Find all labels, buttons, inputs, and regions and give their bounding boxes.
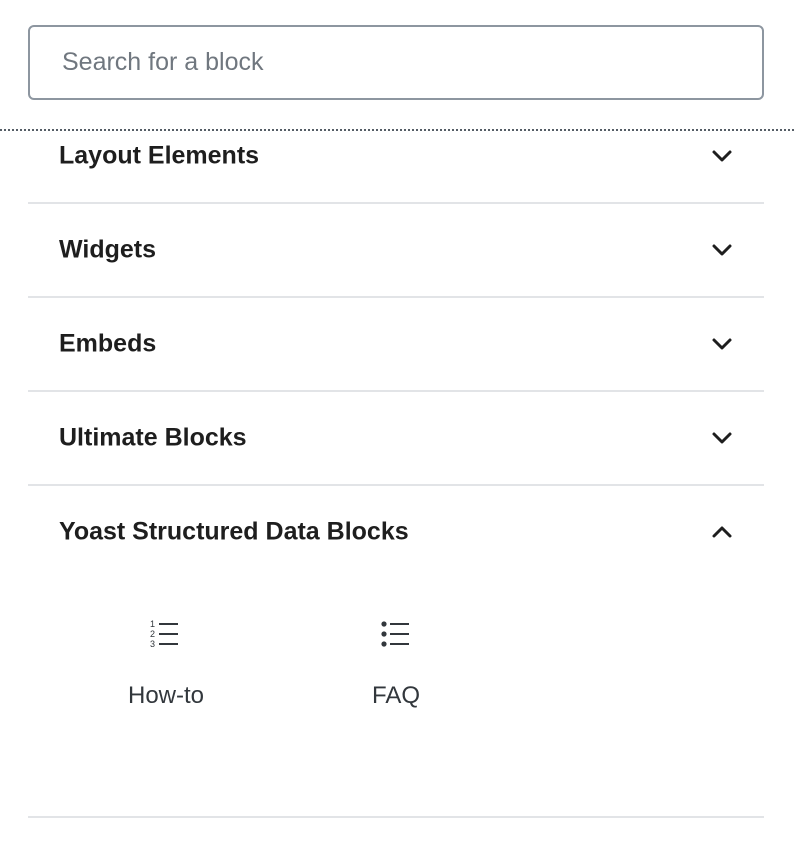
- panel-widgets: Widgets: [28, 204, 764, 298]
- block-label: FAQ: [371, 682, 420, 709]
- panel-yoast-structured-data-blocks: Yoast Structured Data Blocks 1 2 3 How-t…: [28, 486, 764, 818]
- block-category-list: Layout Elements Widgets Embeds Ultimate …: [28, 110, 764, 818]
- block-search: [28, 25, 764, 100]
- block-item-how-to[interactable]: 1 2 3 How-to: [81, 618, 251, 738]
- panel-title: Ultimate Blocks: [59, 423, 247, 452]
- panel-toggle-widgets[interactable]: Widgets: [28, 204, 764, 296]
- chevron-down-icon: [710, 144, 734, 168]
- panel-toggle-layout-elements[interactable]: Layout Elements: [28, 110, 764, 202]
- panel-toggle-embeds[interactable]: Embeds: [28, 298, 764, 390]
- panel-layout-elements: Layout Elements: [28, 110, 764, 204]
- search-input[interactable]: [28, 25, 764, 100]
- panel-toggle-yoast-structured-data-blocks[interactable]: Yoast Structured Data Blocks: [28, 486, 764, 578]
- panel-body-yoast: 1 2 3 How-to FAQ: [28, 578, 764, 816]
- panel-title: Widgets: [59, 235, 156, 264]
- chevron-down-icon: [710, 332, 734, 356]
- svg-text:3: 3: [150, 639, 155, 649]
- svg-text:1: 1: [150, 619, 155, 629]
- svg-text:2: 2: [150, 629, 155, 639]
- numbered-list-icon: 1 2 3: [150, 618, 182, 650]
- bulleted-list-icon: [380, 618, 412, 650]
- block-item-faq[interactable]: FAQ: [311, 618, 481, 738]
- panel-title: Layout Elements: [59, 141, 260, 170]
- panel-toggle-ultimate-blocks[interactable]: Ultimate Blocks: [28, 392, 764, 484]
- block-label: How-to: [127, 682, 205, 709]
- panel-title: Yoast Structured Data Blocks: [59, 517, 409, 546]
- panel-title: Embeds: [59, 329, 157, 358]
- chevron-up-icon: [710, 520, 734, 544]
- panel-embeds: Embeds: [28, 298, 764, 392]
- chevron-down-icon: [710, 426, 734, 450]
- chevron-down-icon: [710, 238, 734, 262]
- panel-ultimate-blocks: Ultimate Blocks: [28, 392, 764, 486]
